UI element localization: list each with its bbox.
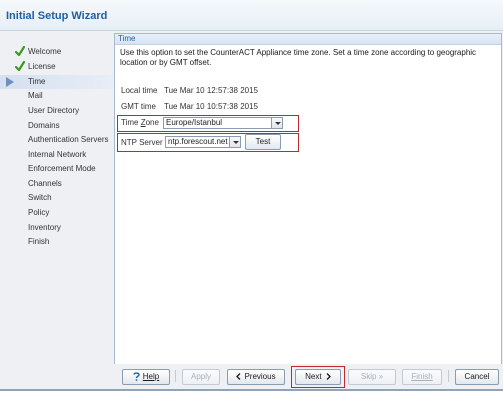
local-time-value: Tue Mar 10 12:57:38 2015 — [164, 86, 258, 95]
time-zone-select[interactable]: Europe/Istanbul — [163, 117, 283, 129]
step-internal-network[interactable]: Internal Network — [0, 148, 113, 162]
step-label: Internal Network — [28, 150, 87, 159]
current-step-arrow-icon — [6, 77, 14, 87]
step-label: Switch — [28, 193, 52, 202]
panel-title: Time — [118, 34, 136, 43]
panel-description: Use this option to set the CounterACT Ap… — [120, 48, 477, 67]
cancel-button[interactable]: Cancel — [455, 369, 499, 385]
chevron-right-icon — [326, 373, 331, 381]
wizard-body: Welcome License Time Mail User Directory… — [0, 31, 503, 366]
step-policy[interactable]: Policy — [0, 206, 113, 220]
step-label: Inventory — [28, 223, 61, 232]
test-ntp-button[interactable]: Test — [245, 134, 281, 150]
step-label: Enforcement Mode — [28, 164, 96, 173]
wizard-step-list: Welcome License Time Mail User Directory… — [0, 31, 113, 364]
question-mark-icon — [133, 372, 140, 382]
wizard-footer: Help Apply Previous Next Skip » Finish C… — [0, 364, 503, 389]
step-label: License — [28, 62, 56, 71]
double-chevron-right-icon: » — [378, 372, 384, 381]
window-title: Initial Setup Wizard — [6, 10, 108, 22]
step-time[interactable]: Time — [0, 75, 113, 89]
footer-divider — [448, 370, 449, 382]
panel-header: Time — [115, 34, 501, 45]
step-label: Authentication Servers — [28, 135, 109, 144]
time-zone-label: Time Zone — [121, 118, 159, 127]
step-mail[interactable]: Mail — [0, 89, 113, 103]
chevron-down-icon[interactable] — [271, 118, 282, 128]
chevron-down-icon[interactable] — [229, 137, 240, 147]
skip-button[interactable]: Skip » — [348, 369, 396, 385]
gmt-time-value: Tue Mar 10 10:57:38 2015 — [164, 102, 258, 111]
next-button[interactable]: Next — [295, 369, 341, 385]
step-label: User Directory — [28, 106, 80, 115]
window-title-bar: Initial Setup Wizard — [0, 0, 503, 31]
chevron-left-icon — [236, 373, 241, 381]
step-enforcement-mode[interactable]: Enforcement Mode — [0, 162, 113, 176]
step-label: Welcome — [28, 47, 62, 56]
apply-button[interactable]: Apply — [182, 369, 220, 385]
step-label: Time — [28, 77, 46, 86]
time-zone-value: Europe/Istanbul — [166, 118, 223, 127]
step-label: Domains — [28, 121, 60, 130]
step-label: Finish — [28, 237, 50, 246]
help-button[interactable]: Help — [122, 369, 170, 385]
footer-divider — [175, 370, 176, 382]
step-label: Mail — [28, 91, 43, 100]
step-finish[interactable]: Finish — [0, 235, 113, 249]
checkmark-icon — [15, 61, 25, 72]
ntp-server-value: ntp.forescout.net — [168, 137, 228, 146]
step-label: Policy — [28, 208, 50, 217]
step-welcome[interactable]: Welcome — [0, 45, 113, 59]
step-authentication-servers[interactable]: Authentication Servers — [0, 133, 113, 147]
step-license[interactable]: License — [0, 60, 113, 74]
ntp-server-select[interactable]: ntp.forescout.net — [165, 136, 241, 148]
previous-button[interactable]: Previous — [227, 369, 285, 385]
window-bottom-border — [0, 389, 503, 391]
time-settings-panel: Time Use this option to set the CounterA… — [114, 33, 502, 366]
step-switch[interactable]: Switch — [0, 191, 113, 205]
step-domains[interactable]: Domains — [0, 119, 113, 133]
finish-button[interactable]: Finish — [402, 369, 442, 385]
checkmark-icon — [15, 46, 25, 57]
step-inventory[interactable]: Inventory — [0, 221, 113, 235]
gmt-time-label: GMT time — [121, 102, 156, 111]
step-channels[interactable]: Channels — [0, 177, 113, 191]
step-label: Channels — [28, 179, 62, 188]
local-time-label: Local time — [121, 86, 158, 95]
step-user-directory[interactable]: User Directory — [0, 104, 113, 118]
ntp-server-label: NTP Server — [121, 138, 163, 147]
